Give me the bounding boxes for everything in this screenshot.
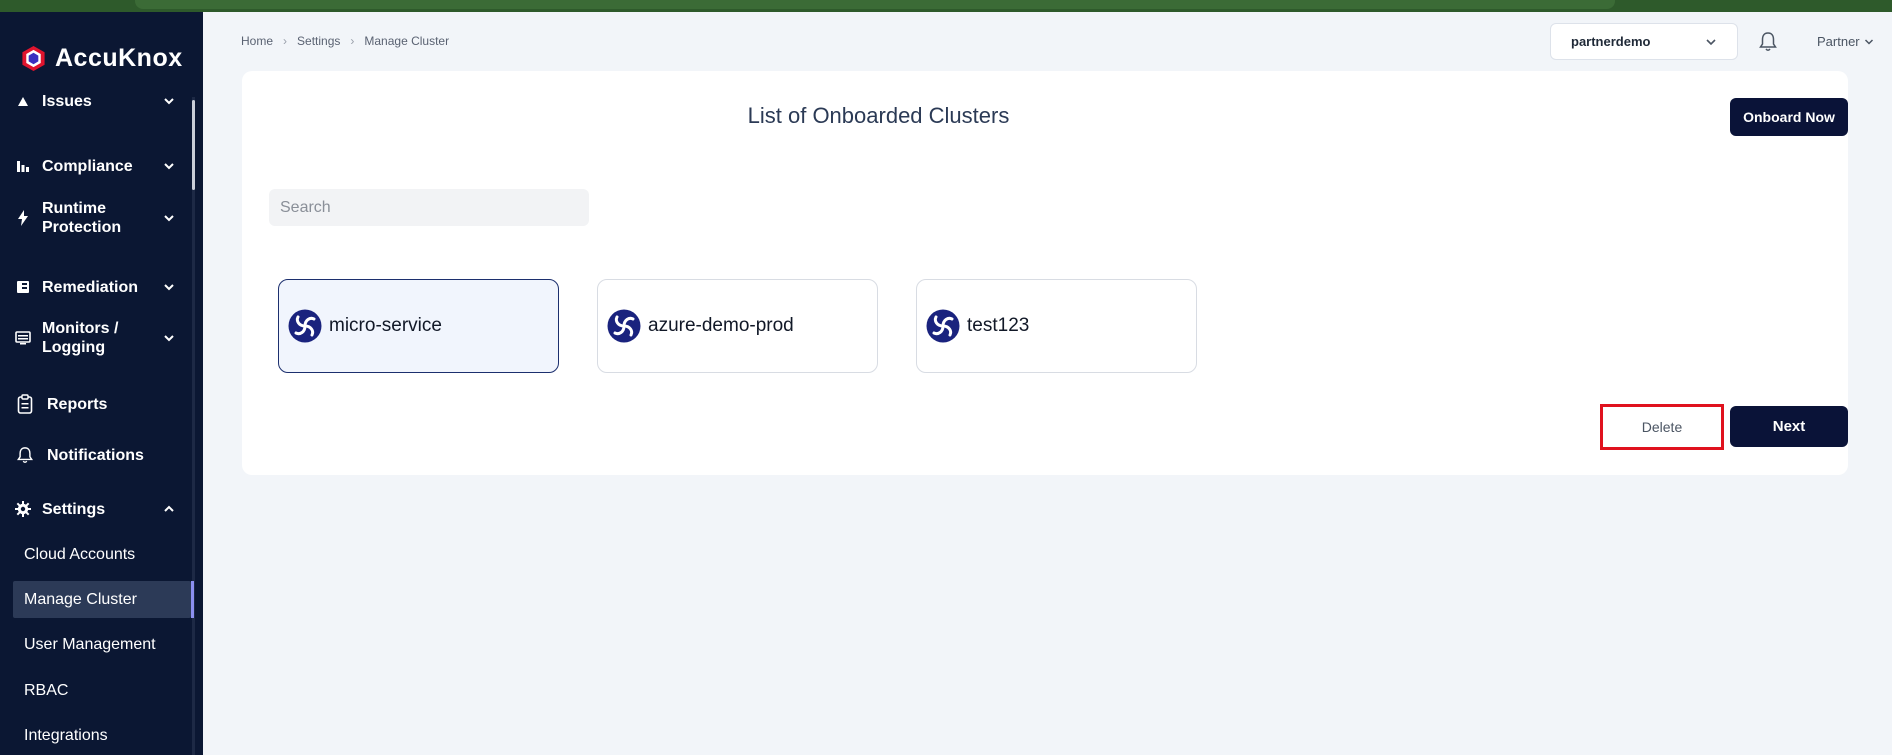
breadcrumb-current: Manage Cluster	[364, 34, 450, 48]
gear-icon	[15, 501, 31, 517]
sidebar-item-label: Notifications	[47, 446, 144, 464]
sidebar-item-label: Compliance	[42, 157, 133, 175]
chevron-down-icon	[1864, 38, 1873, 45]
sidebar-item-label: Monitors / Logging	[42, 320, 119, 356]
cluster-card-micro-service[interactable]: micro-service	[278, 279, 559, 373]
sidebar-scroll-track[interactable]	[192, 97, 195, 755]
cluster-card-azure-demo-prod[interactable]: azure-demo-prod	[597, 279, 878, 373]
sidebar-item-label: Runtime Protection	[42, 200, 122, 236]
breadcrumb-settings[interactable]: Settings	[297, 34, 340, 48]
bell-icon	[17, 447, 33, 464]
sidebar-item-runtime-protection[interactable]: Runtime Protection	[0, 197, 190, 239]
chevron-down-icon	[164, 163, 174, 170]
remediation-icon	[15, 279, 31, 295]
chevron-down-icon	[164, 335, 174, 342]
search-input[interactable]	[269, 189, 589, 226]
browser-top-strip	[0, 0, 1892, 12]
accuknox-logo-icon	[22, 45, 45, 72]
cluster-name: azure-demo-prod	[648, 315, 794, 336]
monitor-icon	[15, 330, 31, 346]
sidebar-item-label: Reports	[47, 395, 108, 413]
chevron-down-icon	[164, 284, 174, 291]
cluster-name: micro-service	[329, 315, 442, 336]
sidebar-subitem-rbac[interactable]: RBAC	[13, 672, 191, 709]
sidebar-subitem-cloud-accounts[interactable]: Cloud Accounts	[13, 536, 191, 573]
brand-logo[interactable]: AccuKnox	[20, 44, 183, 73]
chevron-down-icon	[1706, 39, 1716, 46]
org-select-value: partnerdemo	[1571, 34, 1651, 49]
sidebar-item-reports[interactable]: Reports	[0, 385, 190, 423]
chevron-up-icon	[164, 505, 174, 512]
breadcrumb-home[interactable]: Home	[241, 34, 273, 48]
delete-button[interactable]: Delete	[1600, 404, 1724, 450]
sidebar-subitem-manage-cluster[interactable]: Manage Cluster	[13, 581, 194, 618]
cluster-icon	[926, 309, 960, 343]
chevron-down-icon	[164, 215, 174, 222]
sidebar-item-compliance[interactable]: Compliance	[0, 147, 190, 185]
user-menu-label: Partner	[1817, 34, 1860, 49]
chevron-right-icon: ›	[283, 34, 288, 48]
bar-chart-icon	[15, 158, 31, 174]
brand-name: AccuKnox	[55, 44, 183, 72]
onboard-now-button[interactable]: Onboard Now	[1730, 98, 1848, 136]
org-select-dropdown[interactable]: partnerdemo	[1550, 23, 1738, 60]
notifications-bell-icon[interactable]	[1758, 31, 1778, 53]
sidebar-subitem-user-management[interactable]: User Management	[13, 626, 191, 663]
breadcrumb: Home › Settings › Manage Cluster	[241, 34, 449, 48]
chevron-right-icon: ›	[350, 34, 355, 48]
browser-top-strip-inner	[135, 0, 1615, 9]
sidebar-item-label: Remediation	[42, 278, 139, 296]
sidebar-subitem-integrations[interactable]: Integrations	[13, 717, 191, 754]
next-button[interactable]: Next	[1730, 406, 1848, 447]
user-menu[interactable]: Partner	[1817, 34, 1874, 49]
sidebar-item-remediation[interactable]: Remediation	[0, 268, 190, 306]
sidebar-item-settings[interactable]: Settings	[0, 490, 190, 528]
cluster-icon	[288, 309, 322, 343]
page-title: List of Onboarded Clusters	[747, 103, 1010, 128]
sidebar-item-label: Settings	[42, 500, 106, 518]
clipboard-icon	[17, 394, 33, 414]
cluster-card-test123[interactable]: test123	[916, 279, 1197, 373]
sidebar-item-monitors-logging[interactable]: Monitors / Logging	[0, 317, 190, 359]
cluster-name: test123	[967, 315, 1030, 336]
sidebar-item-notifications[interactable]: Notifications	[0, 436, 190, 474]
cluster-icon	[607, 309, 641, 343]
lightning-icon	[15, 210, 31, 226]
